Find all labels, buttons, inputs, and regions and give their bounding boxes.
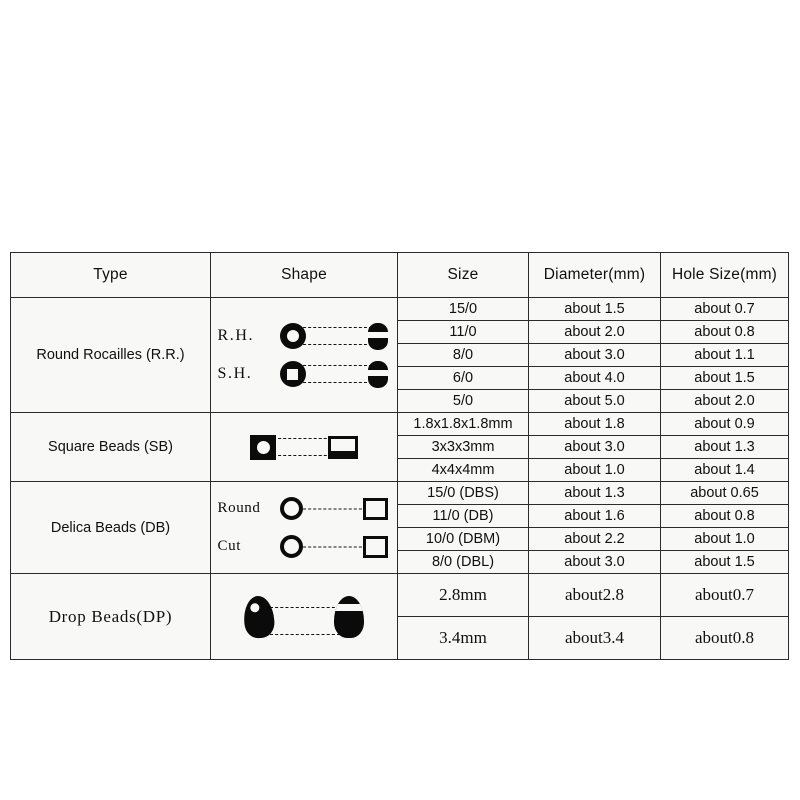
cell-diameter: about 2.0 (528, 320, 661, 344)
cell-hole: about 1.0 (660, 527, 789, 551)
column-header-hole-size: Hole Size(mm) (660, 252, 789, 298)
shape-line-delica-cut: Cut (212, 528, 397, 566)
cell-diameter: about 3.0 (528, 343, 661, 367)
type-square-beads: Square Beads (SB) (10, 412, 211, 482)
round-bead-top-view-icon (279, 323, 306, 349)
cell-size: 8/0 (397, 343, 529, 367)
round-bead-side-view-icon (367, 322, 388, 350)
dashed-connector-icon (270, 606, 340, 635)
delica-cut-side-view-icon (362, 535, 388, 558)
cell-hole: about 2.0 (660, 389, 789, 413)
dashed-connector-icon (297, 508, 372, 509)
type-drop-beads: Drop Beads(DP) (10, 573, 211, 660)
cell-diameter: about 1.8 (528, 412, 661, 436)
cell-diameter: about 1.0 (528, 458, 661, 482)
square-bead-side-view-icon (328, 435, 358, 459)
diagram-round-hole-bead (279, 319, 388, 353)
shape-line-delica-round: Round (212, 490, 397, 528)
cell-hole: about 0.7 (660, 297, 789, 321)
shape-round-rocailles: R.H. S.H. (210, 297, 398, 413)
table-row: Square Beads (SB) 1.8x1.8x1.8mm about 1.… (10, 412, 789, 482)
cell-size: 2.8mm (397, 573, 529, 617)
drop-bead-top-view-icon (242, 594, 276, 639)
cell-size: 1.8x1.8x1.8mm (397, 412, 529, 436)
cell-size: 11/0 (397, 320, 529, 344)
cell-size: 5/0 (397, 389, 529, 413)
cell-hole: about 0.8 (660, 320, 789, 344)
cell-diameter: about 3.0 (528, 550, 661, 574)
cell-diameter: about2.8 (528, 573, 661, 617)
column-header-type: Type (10, 252, 211, 298)
drop-bead-side-view-icon (334, 595, 364, 638)
square-bead-top-view-icon (250, 434, 276, 460)
cell-hole: about 1.5 (660, 550, 789, 574)
type-delica-beads: Delica Beads (DB) (10, 481, 211, 574)
cell-hole: about 0.65 (660, 481, 789, 505)
dashed-connector-icon (297, 546, 372, 547)
shape-delica-beads: Round Cut (210, 481, 398, 574)
diagram-drop-bead (242, 592, 364, 642)
cell-diameter: about3.4 (528, 616, 661, 660)
cell-diameter: about 5.0 (528, 389, 661, 413)
shape-square-beads (210, 412, 398, 482)
dashed-connector-icon (297, 365, 372, 383)
cell-size: 4x4x4mm (397, 458, 529, 482)
column-header-shape: Shape (210, 252, 398, 298)
shape-line-square-bead (212, 427, 397, 467)
diagram-square-hole-bead (279, 357, 388, 391)
column-header-diameter: Diameter(mm) (528, 252, 661, 298)
square-hole-bead-top-view-icon (279, 361, 306, 387)
delica-cut-top-view-icon (279, 535, 303, 558)
table-row: Round Rocailles (R.R.) R.H. S.H. 15/0 ab… (10, 297, 789, 413)
shape-label-cut: Cut (217, 538, 241, 554)
delica-round-top-view-icon (279, 497, 303, 520)
cell-hole: about 1.5 (660, 366, 789, 390)
cell-size: 10/0 (DBM) (397, 527, 529, 551)
cell-diameter: about 4.0 (528, 366, 661, 390)
square-hole-bead-side-view-icon (367, 360, 388, 388)
diagram-delica-round (279, 492, 388, 526)
cell-diameter: about 2.2 (528, 527, 661, 551)
delica-round-side-view-icon (362, 497, 388, 520)
cell-size: 6/0 (397, 366, 529, 390)
cell-size: 15/0 (397, 297, 529, 321)
table-row: Delica Beads (DB) Round Cut 15/0 (DBS) a… (10, 481, 789, 574)
cell-diameter: about 3.0 (528, 435, 661, 459)
cell-hole: about 1.3 (660, 435, 789, 459)
cell-diameter: about 1.5 (528, 297, 661, 321)
cell-hole: about0.8 (660, 616, 789, 660)
cell-size: 11/0 (DB) (397, 504, 529, 528)
cell-diameter: about 1.3 (528, 481, 661, 505)
cell-hole: about 0.9 (660, 412, 789, 436)
cell-size: 15/0 (DBS) (397, 481, 529, 505)
shape-line-round-hole: R.H. (212, 317, 397, 355)
cell-hole: about 0.8 (660, 504, 789, 528)
cell-hole: about0.7 (660, 573, 789, 617)
shape-label-sh: S.H. (217, 365, 253, 382)
cell-hole: about 1.1 (660, 343, 789, 367)
diagram-delica-cut (279, 530, 388, 564)
cell-hole: about 1.4 (660, 458, 789, 482)
shape-label-rh: R.H. (217, 327, 255, 344)
cell-size: 3.4mm (397, 616, 529, 660)
cell-size: 3x3x3mm (397, 435, 529, 459)
bead-specification-table: Type Shape Size Diameter(mm) Hole Size(m… (10, 252, 789, 660)
diagram-square-bead (250, 430, 358, 464)
column-header-size: Size (397, 252, 529, 298)
table-header-row: Type Shape Size Diameter(mm) Hole Size(m… (10, 252, 789, 298)
table-row: Drop Beads(DP) 2.8mm about2.8 about0.7 (10, 573, 789, 660)
shape-label-round: Round (217, 500, 261, 516)
cell-size: 8/0 (DBL) (397, 550, 529, 574)
shape-drop-beads (210, 573, 398, 660)
cell-diameter: about 1.6 (528, 504, 661, 528)
shape-line-square-hole: S.H. (212, 355, 397, 393)
type-round-rocailles: Round Rocailles (R.R.) (10, 297, 211, 413)
dashed-connector-icon (297, 327, 372, 345)
